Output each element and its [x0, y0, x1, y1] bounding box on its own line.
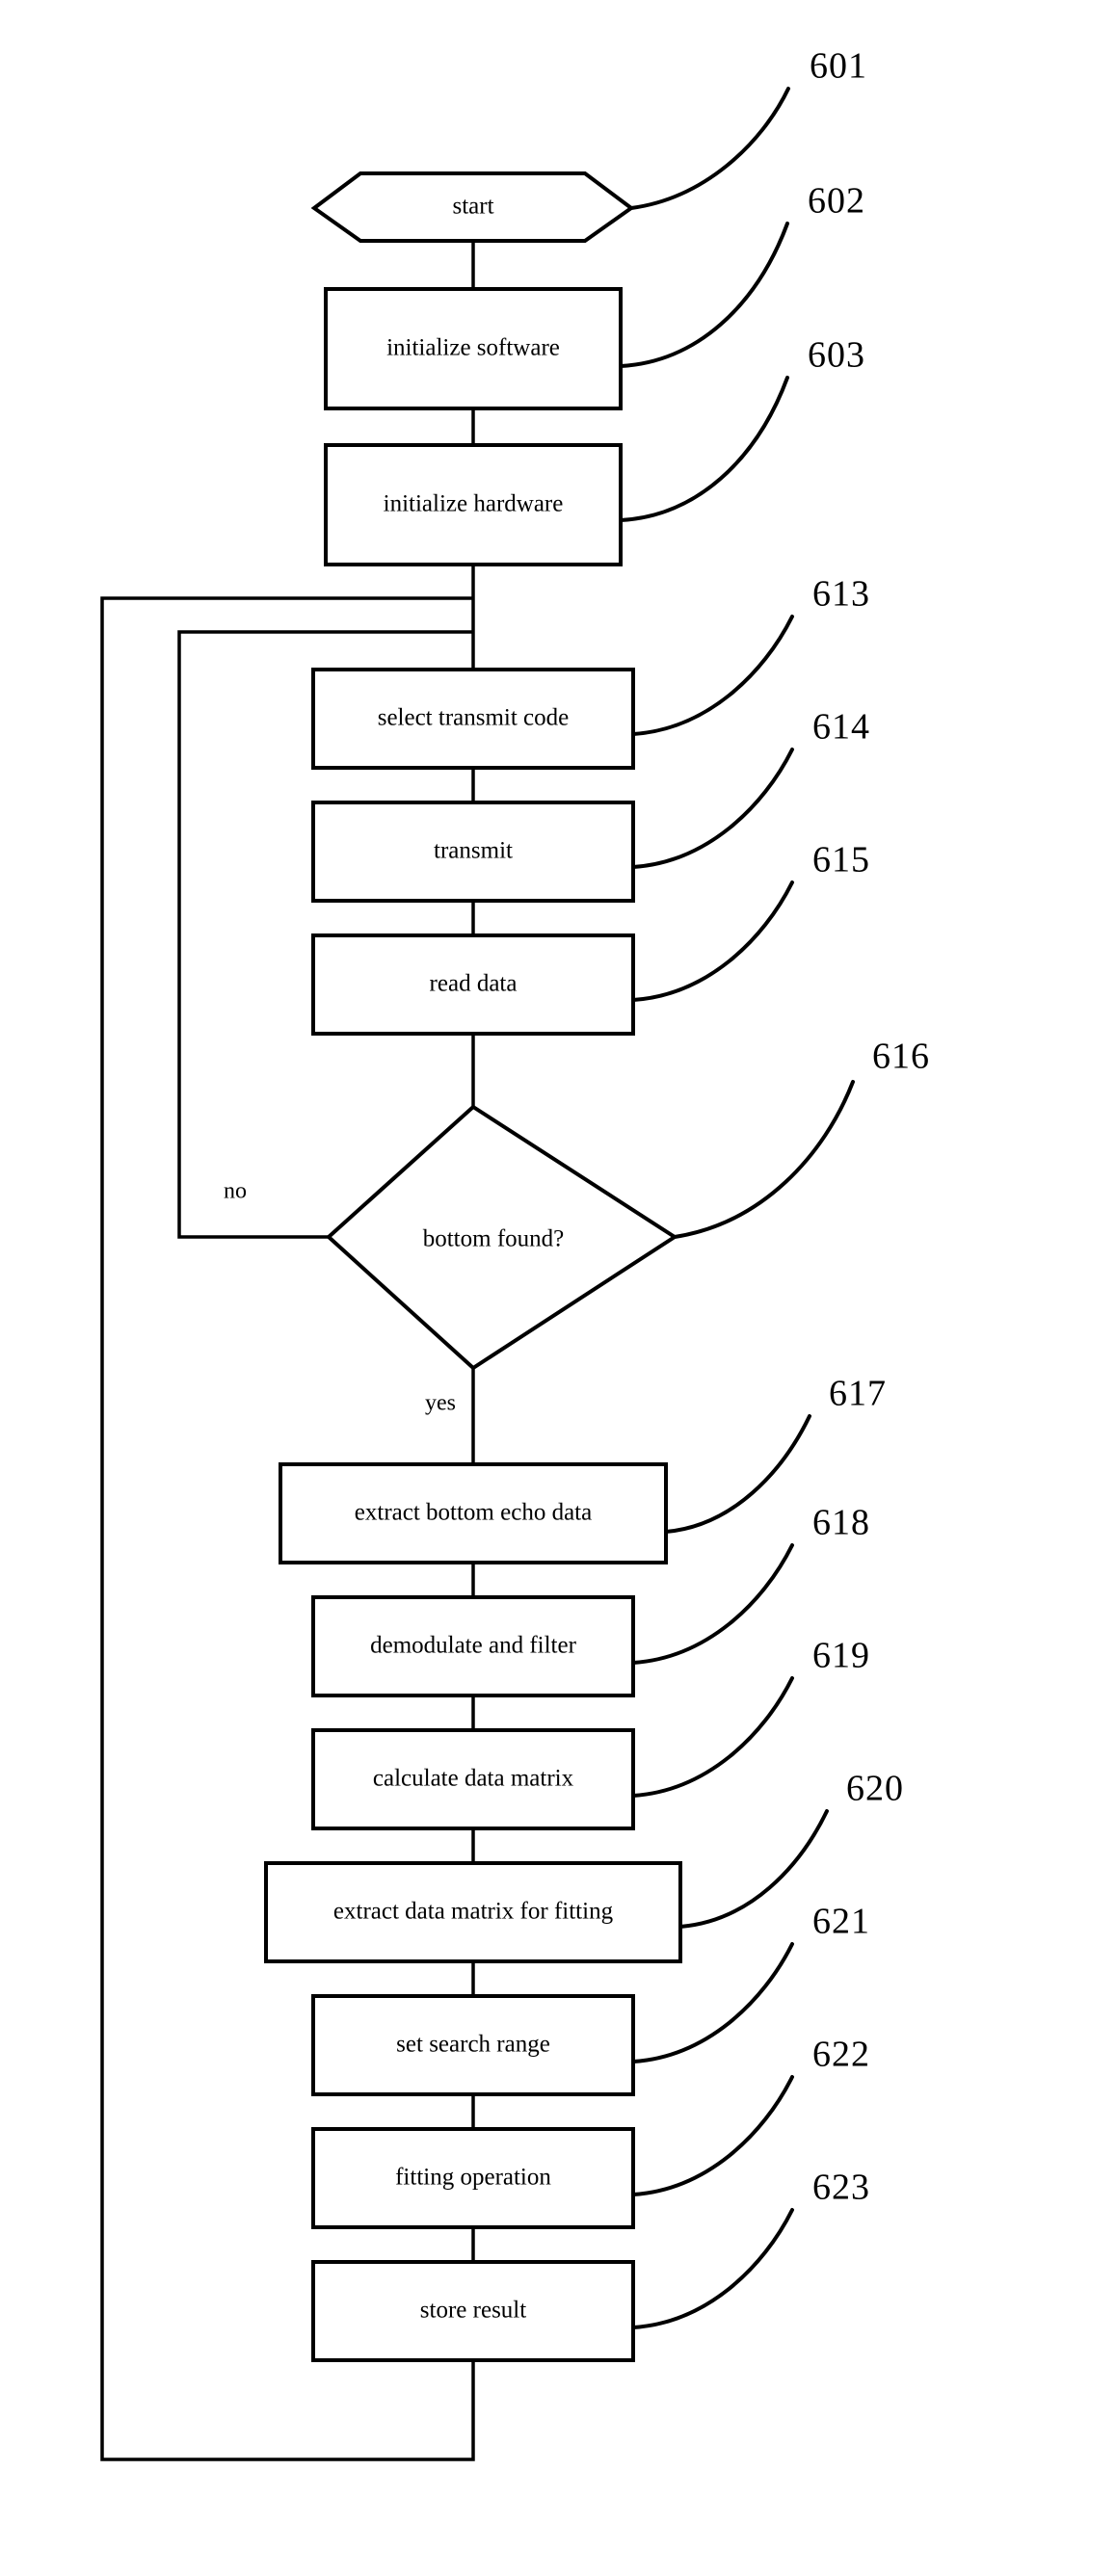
leader-615 — [631, 881, 794, 1002]
ref-label-619: 619 — [812, 1636, 870, 1676]
node-616-label: bottom found? — [423, 1226, 565, 1252]
node-614-label: transmit — [434, 838, 513, 864]
ref-label-620: 620 — [846, 1769, 904, 1809]
ref-label-602: 602 — [808, 181, 865, 222]
leader-614 — [631, 748, 794, 869]
leader-603 — [619, 376, 789, 522]
ref-label-622: 622 — [812, 2035, 870, 2075]
leader-602 — [619, 222, 789, 368]
node-613-label: select transmit code — [378, 705, 570, 731]
node-623-label: store result — [420, 2298, 526, 2324]
ref-label-601: 601 — [810, 46, 867, 87]
leader-617 — [664, 1414, 811, 1534]
ref-label-616: 616 — [872, 1037, 930, 1077]
figure-canvas: start initialize software initialize har… — [0, 0, 1116, 2576]
node-617-label: extract bottom echo data — [355, 1500, 592, 1526]
leader-622 — [631, 2075, 794, 2196]
node-620-label: extract data matrix for fitting — [333, 1899, 614, 1925]
ref-label-621: 621 — [812, 1902, 870, 1942]
ref-label-613: 613 — [812, 574, 870, 615]
leader-601 — [629, 87, 790, 210]
leader-620 — [678, 1809, 829, 1929]
node-start-label: start — [452, 194, 493, 220]
ref-label-603: 603 — [808, 335, 865, 376]
branch-label-no: no — [224, 1179, 247, 1204]
node-622-label: fitting operation — [395, 2165, 551, 2191]
leader-616 — [673, 1080, 855, 1239]
leader-619 — [631, 1676, 794, 1798]
leader-613 — [631, 615, 794, 736]
ref-label-617: 617 — [829, 1374, 887, 1414]
ref-label-618: 618 — [812, 1503, 870, 1543]
node-615-label: read data — [430, 971, 518, 997]
node-602-label: initialize software — [386, 335, 560, 361]
ref-label-615: 615 — [812, 840, 870, 881]
node-618-label: demodulate and filter — [370, 1633, 576, 1659]
flowchart-diagram: start initialize software initialize har… — [100, 46, 930, 2461]
node-603-label: initialize hardware — [384, 491, 564, 517]
leader-623 — [631, 2208, 794, 2329]
ref-label-614: 614 — [812, 707, 870, 748]
node-621-label: set search range — [396, 2032, 550, 2058]
node-619-label: calculate data matrix — [373, 1766, 574, 1792]
branch-label-yes: yes — [425, 1391, 456, 1416]
ref-label-623: 623 — [812, 2168, 870, 2208]
